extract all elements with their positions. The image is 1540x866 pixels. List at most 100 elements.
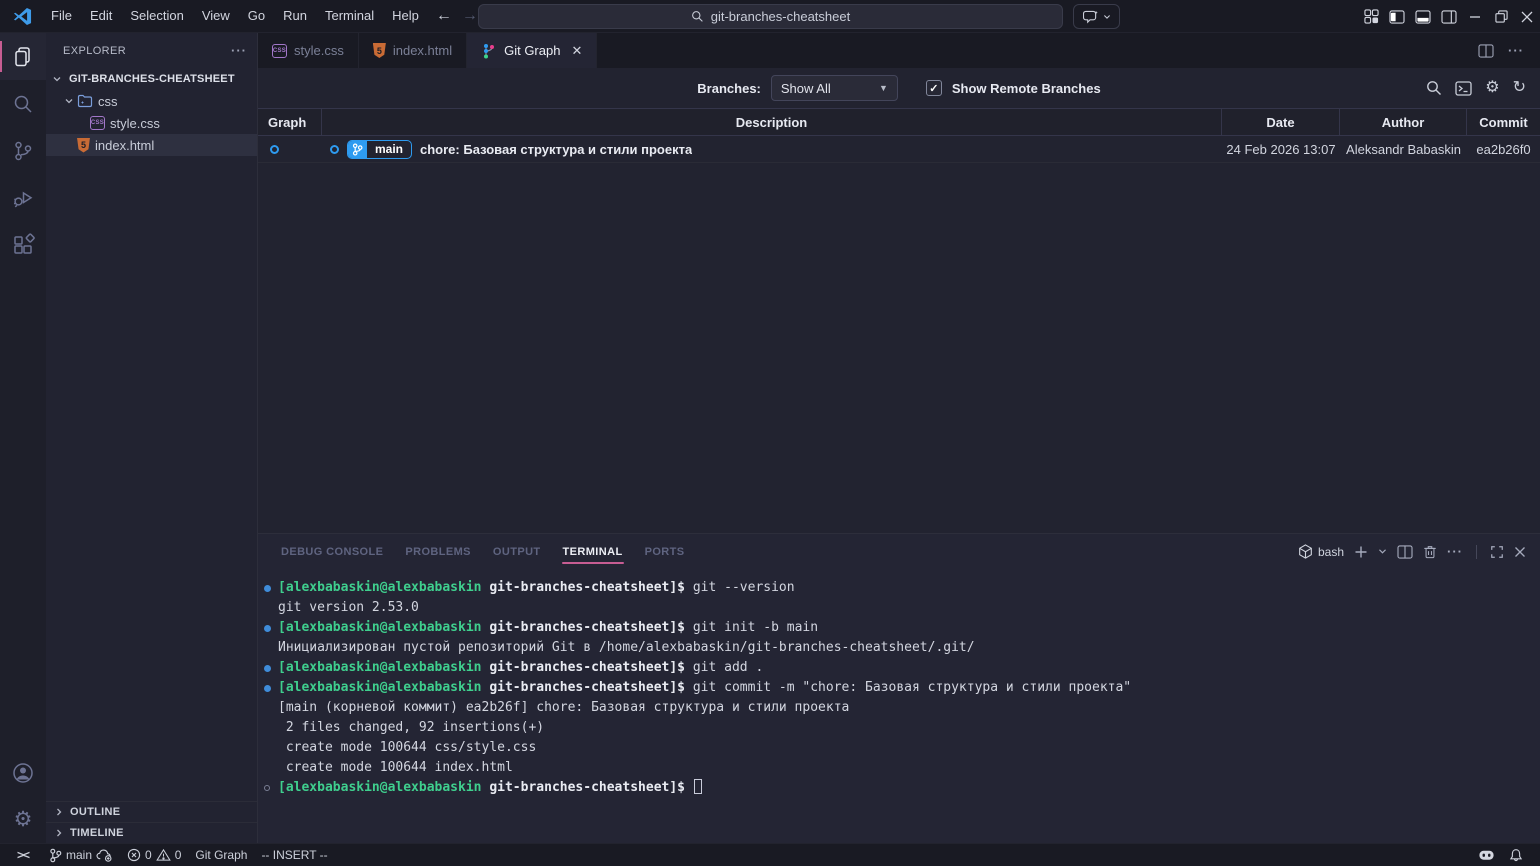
commit-author: Aleksandr Babaskin [1340,136,1467,162]
activity-explorer[interactable] [0,33,46,80]
branches-dropdown[interactable]: Show All ▼ [771,75,898,101]
notifications-bell[interactable] [1502,848,1530,863]
tree-item-style-css[interactable]: CSS style.css [46,112,257,134]
tree-item-label: css [98,94,118,109]
nav-forward-icon[interactable]: → [462,7,478,25]
close-panel-icon[interactable] [1514,546,1526,558]
panel-tab-debug-console[interactable]: DEBUG CONSOLE [270,534,394,569]
problems-status[interactable]: 0 0 [120,844,188,866]
refresh-icon[interactable]: ↻ [1513,80,1526,96]
terminal-text: git-branches-cheatsheet]$ [489,680,693,695]
status-bar: >< main 0 0 Git Graph -- INSERT -- [0,843,1540,866]
menu-selection[interactable]: Selection [121,4,192,28]
nav-arrows: ← → [436,7,478,25]
more-actions-icon[interactable]: ··· [1447,544,1463,559]
branch-icon [348,140,367,159]
menu-terminal[interactable]: Terminal [316,4,383,28]
command-center-search[interactable]: git-branches-cheatsheet [478,4,1063,29]
panel-tab-problems[interactable]: PROBLEMS [394,534,482,569]
settings-gear-icon[interactable]: ⚙ [1485,80,1499,96]
terminal-text: [alexbabaskin@alexbabaskin [278,620,489,635]
terminal-text: Инициализирован пустой репозиторий Git в… [278,640,975,655]
new-terminal-icon[interactable] [1354,545,1368,559]
show-remote-checkbox[interactable]: ✓ [926,80,942,96]
terminal-output[interactable]: [alexbabaskin@alexbabaskin git-branches-… [258,569,1540,843]
menu-run[interactable]: Run [274,4,316,28]
terminal-text: git commit -m "chore: Базовая структура … [693,680,1131,695]
command-decoration-icon[interactable] [264,585,271,592]
tab-git-graph[interactable]: Git Graph ✕ [467,33,597,68]
activity-search[interactable] [0,80,46,127]
warning-icon [156,848,171,862]
bell-icon [1509,848,1523,863]
html-file-icon: 5 [373,43,386,58]
outline-section-header[interactable]: OUTLINE [46,801,257,822]
account-button[interactable] [0,749,46,796]
toggle-primary-sidebar-icon[interactable] [1384,0,1410,33]
command-decoration-icon[interactable] [264,665,271,672]
tree-root-folder[interactable]: GIT-BRANCHES-CHEATSHEET [46,68,257,90]
panel-tab-terminal[interactable]: TERMINAL [552,534,634,569]
shell-label: bash [1318,545,1344,559]
menu-file[interactable]: File [42,4,81,28]
nav-back-icon[interactable]: ← [436,7,452,25]
copilot-status[interactable] [1471,848,1502,862]
panel-tab-output[interactable]: OUTPUT [482,534,552,569]
launch-profile-chevron-icon[interactable] [1378,548,1387,555]
sidebar-more-actions-icon[interactable]: ··· [231,43,247,58]
timeline-section-header[interactable]: TIMELINE [46,822,257,843]
activity-run-debug[interactable] [0,174,46,221]
command-decoration-icon[interactable] [264,625,271,632]
tab-style-css[interactable]: CSS style.css [258,33,359,68]
menu-edit[interactable]: Edit [81,4,121,28]
more-actions-icon[interactable]: ··· [1508,43,1524,58]
file-tree: GIT-BRANCHES-CHEATSHEET css CSS style.cs… [46,68,257,801]
kill-terminal-icon[interactable] [1423,544,1437,559]
git-graph-status[interactable]: Git Graph [188,844,254,866]
extensions-icon [11,233,35,257]
tab-index-html[interactable]: 5 index.html [359,33,467,68]
git-graph-empty-area [258,163,1540,533]
column-date: Date [1222,109,1340,135]
remote-indicator[interactable]: >< [10,844,36,866]
maximize-panel-icon[interactable] [1490,545,1504,559]
terminal-icon[interactable] [1455,81,1472,96]
minimize-icon[interactable] [1462,0,1488,33]
command-decoration-icon[interactable] [264,685,271,692]
panel-tab-ports[interactable]: PORTS [634,534,696,569]
titlebar: FileEditSelectionViewGoRunTerminalHelp ←… [0,0,1540,33]
settings-button[interactable]: ⚙ [0,796,46,843]
split-editor-icon[interactable] [1478,44,1494,58]
customize-layout-icon[interactable] [1358,0,1384,33]
sidebar-header: EXPLORER ··· [46,33,257,68]
chevron-right-icon [52,805,66,819]
toggle-panel-icon[interactable] [1410,0,1436,33]
activity-extensions[interactable] [0,221,46,268]
menu-help[interactable]: Help [383,4,428,28]
tree-item-label: index.html [95,138,154,153]
terminal-profile[interactable]: bash [1298,544,1344,559]
tree-item-css-folder[interactable]: css [46,90,257,112]
terminal-line: [alexbabaskin@alexbabaskin git-branches-… [258,618,1540,638]
split-terminal-icon[interactable] [1397,545,1413,559]
copilot-icon [1478,848,1495,862]
branch-badge[interactable]: main [347,140,412,159]
menu-view[interactable]: View [193,4,239,28]
find-icon[interactable] [1426,80,1442,96]
terminal-text: [alexbabaskin@alexbabaskin [278,660,489,675]
commit-row[interactable]: main chore: Базовая структура и стили пр… [258,136,1540,163]
error-icon [127,848,141,862]
menu-go[interactable]: Go [239,4,274,28]
close-icon[interactable] [1514,0,1540,33]
restore-icon[interactable] [1488,0,1514,33]
branch-status[interactable]: main [42,844,120,866]
tab-label: Git Graph [504,43,560,58]
terminal-text: git-branches-cheatsheet]$ [489,780,693,795]
activity-bar: ⚙ [0,33,46,843]
activity-source-control[interactable] [0,127,46,174]
tree-item-index-html[interactable]: 5 index.html [46,134,257,156]
tab-close-icon[interactable]: ✕ [571,43,582,59]
copilot-chat-button[interactable] [1073,4,1120,29]
toggle-secondary-sidebar-icon[interactable] [1436,0,1462,33]
chevron-right-icon [52,826,66,840]
